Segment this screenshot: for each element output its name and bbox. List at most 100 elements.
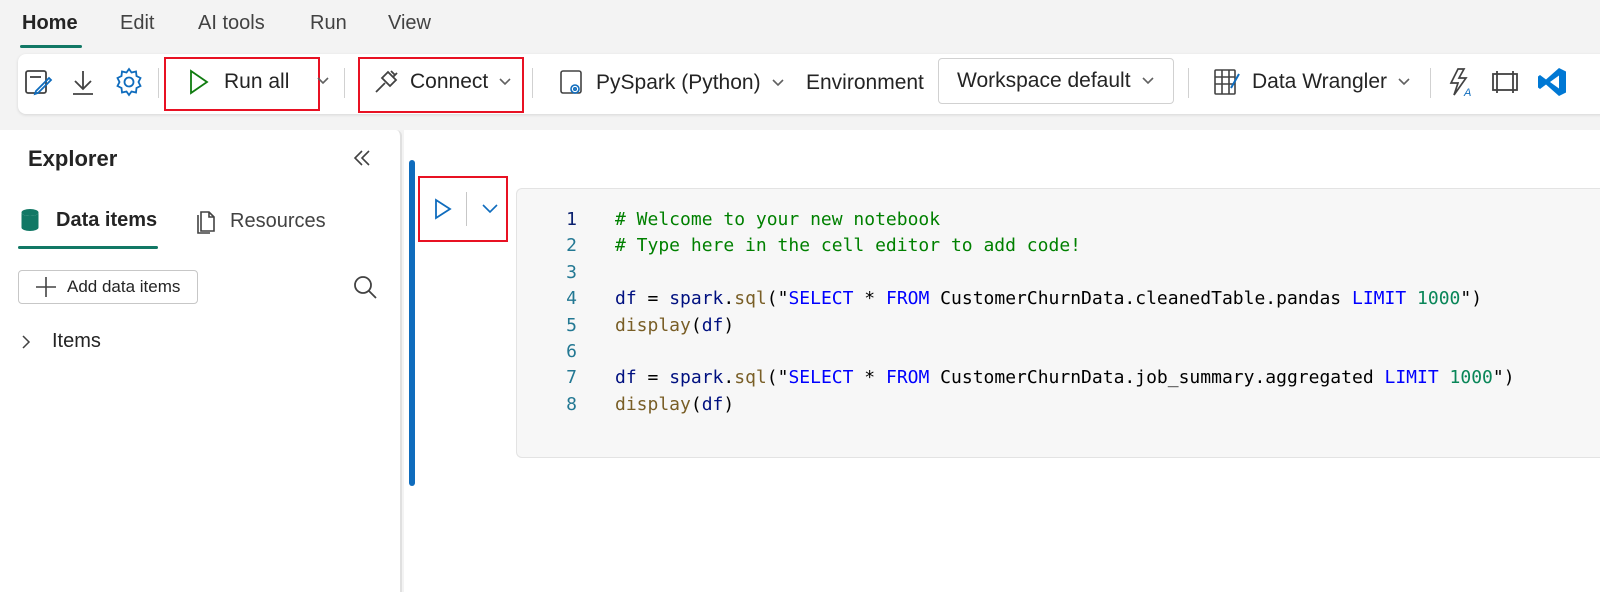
workspace-label: Workspace default xyxy=(957,69,1131,92)
toolbar-separator xyxy=(1188,68,1189,98)
tab-ai-tools[interactable]: AI tools xyxy=(198,12,265,35)
run-cell-dropdown[interactable] xyxy=(481,203,499,215)
code-token: = xyxy=(636,288,670,310)
environment-label: Environment xyxy=(806,71,924,94)
code-token: . xyxy=(723,288,735,310)
tree-item-label: Items xyxy=(52,330,101,352)
chevron-down-icon xyxy=(772,79,784,87)
connect-plug-icon xyxy=(375,70,398,93)
code-token: SELECT xyxy=(788,367,854,389)
code-token: df xyxy=(615,367,637,389)
code-token: CustomerChurnData.cleanedTable.pandas xyxy=(929,288,1352,310)
edit-notebook-button[interactable] xyxy=(22,66,54,98)
code-token: ) xyxy=(723,314,735,336)
line-number: 7 xyxy=(566,367,577,389)
code-text: # Type here in the cell editor to add co… xyxy=(615,235,1081,256)
download-button[interactable] xyxy=(68,66,98,98)
tab-edit[interactable]: Edit xyxy=(120,12,154,35)
tab-home[interactable]: Home xyxy=(22,12,78,35)
add-data-items-label: Add data items xyxy=(67,277,181,296)
code-token: * xyxy=(853,367,886,389)
copilot-formula-icon: A xyxy=(1449,68,1471,98)
code-token: (" xyxy=(766,367,789,389)
explorer-title: Explorer xyxy=(28,146,118,171)
explorer-panel: Explorer Data items Resources Add data i… xyxy=(0,130,402,592)
code-cell-editor[interactable]: 1 # Welcome to your new notebook 2 # Type h… xyxy=(516,188,1600,458)
tab-run[interactable]: Run xyxy=(310,12,347,35)
line-number: 1 xyxy=(566,209,577,230)
edit-notebook-icon xyxy=(25,70,53,96)
add-data-items-button[interactable]: Add data items xyxy=(18,270,198,304)
environment-dropdown[interactable]: Workspace default xyxy=(938,58,1174,104)
code-token: 1000 xyxy=(1449,367,1493,389)
menu-bar: Home Edit AI tools Run View xyxy=(0,0,1600,50)
toolbar-separator xyxy=(1430,68,1431,98)
code-token: ( xyxy=(690,314,702,336)
settings-button[interactable] xyxy=(113,66,145,98)
download-icon xyxy=(73,71,93,95)
code-text: df = spark.sql("SELECT * FROM CustomerCh… xyxy=(615,288,1482,309)
code-token: 1000 xyxy=(1417,288,1461,310)
chevron-down-icon xyxy=(482,204,498,214)
code-text: # Welcome to your new notebook xyxy=(615,209,940,230)
line-number: 4 xyxy=(566,288,577,310)
active-tab-indicator xyxy=(20,45,82,48)
chevron-down-icon xyxy=(499,78,511,86)
copilot-formula-button[interactable]: A xyxy=(1446,66,1476,98)
frame-button[interactable] xyxy=(1490,68,1520,96)
code-token: display xyxy=(615,393,691,415)
code-token: * xyxy=(853,288,886,310)
toolbar-separator xyxy=(158,68,159,98)
chevron-down-icon xyxy=(317,77,329,85)
cell-run-separator xyxy=(466,192,467,226)
code-token: SELECT xyxy=(788,288,854,310)
code-token: ( xyxy=(690,393,702,415)
line-number: 6 xyxy=(566,341,577,362)
language-label: PySpark (Python) xyxy=(596,71,761,94)
active-cell-indicator xyxy=(409,160,415,486)
search-icon xyxy=(354,276,377,299)
code-token: = xyxy=(636,367,670,389)
tab-data-items-label: Data items xyxy=(56,208,158,231)
svg-text:A: A xyxy=(1463,87,1471,98)
run-icon xyxy=(190,69,209,95)
frame-icon xyxy=(1492,71,1518,93)
code-token: ) xyxy=(723,393,735,415)
run-all-dropdown[interactable] xyxy=(316,76,330,86)
tab-view[interactable]: View xyxy=(388,12,431,35)
tab-resources[interactable]: Resources xyxy=(194,208,326,234)
cell-run-highlight xyxy=(418,176,508,242)
run-all-button[interactable]: Run all xyxy=(188,69,289,95)
vscode-button[interactable] xyxy=(1536,66,1568,98)
double-chevron-left-icon xyxy=(353,150,370,166)
chevron-down-icon xyxy=(1398,78,1410,86)
plus-icon xyxy=(36,277,56,297)
database-icon xyxy=(21,209,39,231)
code-token: FROM xyxy=(885,288,930,310)
code-token: sql xyxy=(734,367,767,389)
data-wrangler-button[interactable]: Data Wrangler xyxy=(1212,66,1411,98)
language-selector[interactable]: PySpark (Python) xyxy=(558,68,785,98)
run-cell-button[interactable] xyxy=(434,198,452,220)
chevron-right-icon xyxy=(22,334,31,349)
line-number: 2 xyxy=(566,235,577,257)
document-icon xyxy=(197,211,215,234)
data-wrangler-icon xyxy=(1214,69,1240,95)
tree-item-items[interactable]: Items xyxy=(20,330,101,353)
code-text: df = spark.sql("SELECT * FROM CustomerCh… xyxy=(615,367,1515,388)
toolbar-separator xyxy=(344,68,345,98)
active-panel-tab-indicator xyxy=(18,246,158,249)
settings-icon xyxy=(116,67,142,97)
run-cell-icon xyxy=(435,198,452,220)
line-number: 8 xyxy=(566,393,577,415)
code-token: CustomerChurnData.job_summary.aggregated xyxy=(929,367,1385,389)
tab-data-items[interactable]: Data items xyxy=(20,208,157,232)
search-button[interactable] xyxy=(352,274,378,305)
connect-button[interactable]: Connect xyxy=(372,68,512,96)
code-token: spark xyxy=(669,288,724,310)
code-token: ") xyxy=(1460,288,1483,310)
collapse-panel-button[interactable] xyxy=(352,148,372,173)
code-token: # Type here in the cell editor to add co… xyxy=(615,235,1081,257)
